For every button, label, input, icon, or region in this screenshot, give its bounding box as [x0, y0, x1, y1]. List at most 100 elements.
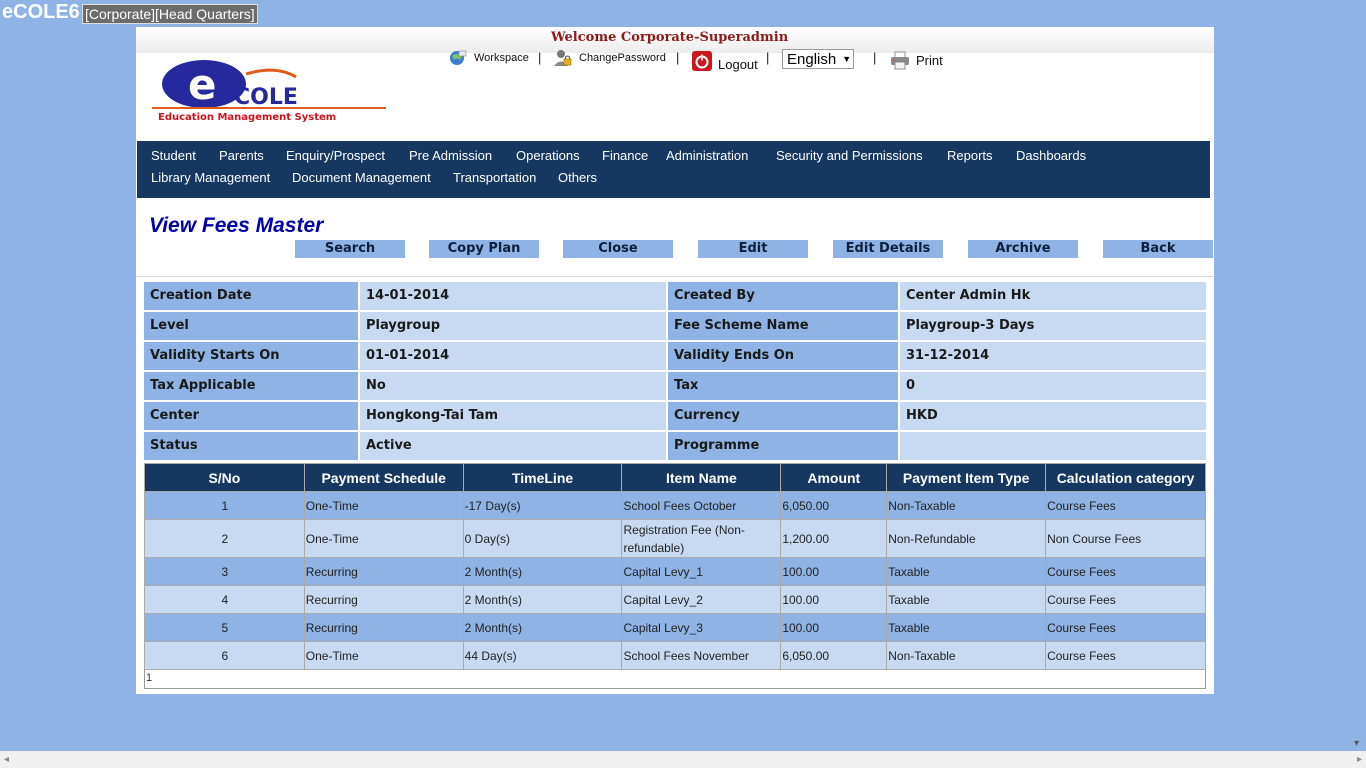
status-value: Active [360, 432, 666, 460]
nav-item-document-management[interactable]: Document Management [292, 170, 431, 185]
logout-link[interactable]: Logout [692, 49, 758, 72]
nav-item-operations[interactable]: Operations [516, 148, 580, 163]
table-cell: 0 Day(s) [462, 519, 623, 558]
workspace-link[interactable]: Workspace [448, 48, 529, 68]
detail-row: Creation Date 14-01-2014 Created By Cent… [144, 282, 1206, 312]
table-cell: 3 [144, 557, 305, 586]
table-row[interactable]: 6 One-Time 44 Day(s) School Fees Novembe… [144, 641, 1206, 670]
table-cell: 2 Month(s) [462, 557, 623, 586]
logo-tagline: Education Management System [158, 112, 336, 123]
header-right-panel [1032, 53, 1214, 141]
column-header[interactable]: S/No [144, 463, 305, 492]
table-cell: 2 Month(s) [462, 585, 623, 614]
table-cell: Recurring [303, 557, 464, 586]
page-title: View Fees Master [149, 214, 324, 237]
nav-item-administration[interactable]: Administration [666, 148, 748, 163]
workspace-icon [450, 50, 467, 65]
nav-item-reports[interactable]: Reports [947, 148, 993, 163]
table-cell: Capital Levy_3 [621, 613, 782, 642]
header-separator: | [873, 50, 877, 65]
detail-row: Level Playgroup Fee Scheme Name Playgrou… [144, 312, 1206, 342]
table-cell: 100.00 [780, 613, 888, 642]
level-label: Level [144, 312, 358, 340]
tax-applicable-value: No [360, 372, 666, 400]
print-label: Print [916, 52, 943, 68]
search-button[interactable]: Search [295, 240, 405, 258]
table-cell: 6,050.00 [780, 491, 888, 520]
close-button[interactable]: Close [563, 240, 673, 258]
column-header[interactable]: Calculation category [1045, 463, 1206, 492]
validity-starts-value: 01-01-2014 [360, 342, 666, 370]
tax-value: 0 [900, 372, 1206, 400]
table-cell: Registration Fee (Non-refundable) [621, 519, 782, 558]
archive-button[interactable]: Archive [968, 240, 1078, 258]
edit-details-button[interactable]: Edit Details [833, 240, 943, 258]
header-separator: | [676, 50, 680, 65]
currency-label: Currency [668, 402, 898, 430]
welcome-message: Welcome Corporate-Superadmin [551, 30, 789, 45]
pager-page-link[interactable]: 1 [146, 672, 152, 684]
printer-icon [891, 51, 909, 70]
chevron-down-icon: ▼ [842, 54, 852, 64]
language-select[interactable]: English ▼ [782, 49, 854, 69]
column-header[interactable]: Item Name [621, 463, 782, 492]
copy-plan-button[interactable]: Copy Plan [429, 240, 539, 258]
programme-label: Programme [668, 432, 898, 460]
ecole-logo: e COLE Education Management System [146, 57, 390, 127]
nav-item-finance[interactable]: Finance [602, 148, 648, 163]
table-cell: 1,200.00 [780, 519, 888, 558]
edit-button[interactable]: Edit [698, 240, 808, 258]
nav-item-pre-admission[interactable]: Pre Admission [409, 148, 492, 163]
table-cell: Course Fees [1045, 585, 1206, 614]
change-password-link[interactable]: ChangePassword [553, 48, 666, 68]
detail-row: Center Hongkong-Tai Tam Currency HKD [144, 402, 1206, 432]
table-cell: Non Course Fees [1045, 519, 1206, 558]
level-value: Playgroup [360, 312, 666, 340]
table-cell: Taxable [886, 557, 1047, 586]
table-cell: Course Fees [1045, 641, 1206, 670]
nav-item-dashboards[interactable]: Dashboards [1016, 148, 1086, 163]
table-cell: 2 [144, 519, 305, 558]
nav-item-library-management[interactable]: Library Management [151, 170, 270, 185]
column-header[interactable]: TimeLine [462, 463, 623, 492]
status-label: Status [144, 432, 358, 460]
divider [136, 276, 1214, 277]
fee-scheme-name-label: Fee Scheme Name [668, 312, 898, 340]
validity-ends-label: Validity Ends On [668, 342, 898, 370]
table-row[interactable]: 4 Recurring 2 Month(s) Capital Levy_2 10… [144, 585, 1206, 614]
nav-item-student[interactable]: Student [151, 148, 196, 163]
tax-label: Tax [668, 372, 898, 400]
scroll-down-icon[interactable]: ▾ [1354, 738, 1359, 749]
created-by-value: Center Admin Hk [900, 282, 1206, 310]
column-header[interactable]: Amount [780, 463, 888, 492]
nav-item-others[interactable]: Others [558, 170, 597, 185]
table-cell: 2 Month(s) [462, 613, 623, 642]
center-label: Center [144, 402, 358, 430]
scroll-left-icon[interactable]: ◂ [4, 754, 9, 765]
table-cell: One-Time [303, 491, 464, 520]
nav-item-transportation[interactable]: Transportation [453, 170, 536, 185]
table-row[interactable]: 1 One-Time -17 Day(s) School Fees Octobe… [144, 491, 1206, 520]
table-row[interactable]: 3 Recurring 2 Month(s) Capital Levy_1 10… [144, 557, 1206, 586]
header-separator: | [766, 50, 770, 65]
table-row[interactable]: 2 One-Time 0 Day(s) Registration Fee (No… [144, 519, 1206, 558]
nav-item-parents[interactable]: Parents [219, 148, 264, 163]
table-cell: School Fees October [621, 491, 782, 520]
horizontal-scrollbar[interactable]: ◂ ▸ [0, 751, 1366, 768]
table-cell: Non-Taxable [886, 641, 1047, 670]
app-context: [Corporate][Head Quarters] [82, 4, 258, 24]
validity-ends-value: 31-12-2014 [900, 342, 1206, 370]
nav-item-security-permissions[interactable]: Security and Permissions [776, 148, 923, 163]
table-cell: School Fees November [621, 641, 782, 670]
back-button[interactable]: Back [1103, 240, 1213, 258]
table-row[interactable]: 5 Recurring 2 Month(s) Capital Levy_3 10… [144, 613, 1206, 642]
table-cell: Recurring [303, 613, 464, 642]
column-header[interactable]: Payment Schedule [303, 463, 464, 492]
nav-item-enquiry-prospect[interactable]: Enquiry/Prospect [286, 148, 385, 163]
print-link[interactable]: Print [890, 50, 943, 70]
validity-starts-label: Validity Starts On [144, 342, 358, 370]
scroll-right-icon[interactable]: ▸ [1357, 754, 1362, 765]
column-header[interactable]: Payment Item Type [886, 463, 1047, 492]
table-cell: 5 [144, 613, 305, 642]
tax-applicable-label: Tax Applicable [144, 372, 358, 400]
